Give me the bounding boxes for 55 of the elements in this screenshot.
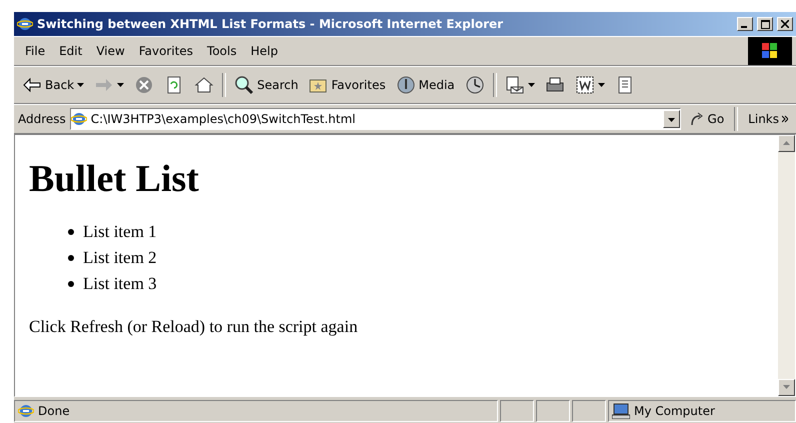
dropdown-button[interactable]	[662, 110, 680, 128]
flag-icon	[762, 43, 778, 59]
go-button[interactable]: Go	[684, 109, 728, 129]
app-icon	[17, 16, 33, 32]
minimize-button[interactable]	[737, 17, 753, 31]
list-item: List item 1	[83, 221, 157, 243]
zone-text: My Computer	[634, 404, 715, 418]
address-field[interactable]: C:\IW3HTP3\examples\ch09\SwitchTest.html	[70, 108, 681, 130]
scrollbar[interactable]	[778, 135, 795, 396]
back-arrow-icon	[22, 75, 42, 95]
list-item: List item 2	[83, 247, 157, 269]
menu-item[interactable]: File	[18, 42, 52, 60]
stop-icon	[134, 75, 154, 95]
close-icon	[781, 20, 789, 28]
search-icon	[234, 75, 254, 95]
menu-item[interactable]: View	[89, 42, 132, 60]
back-button[interactable]: Back	[18, 73, 88, 97]
go-arrow-icon	[688, 111, 705, 127]
mail-icon	[504, 75, 525, 95]
down-arrow-icon	[783, 385, 790, 389]
scroll-up-button[interactable]	[778, 135, 795, 152]
menu-item[interactable]: Help	[244, 42, 285, 60]
bullet-icon	[68, 255, 74, 261]
search-button[interactable]: Search	[230, 73, 302, 97]
home-icon	[194, 75, 214, 95]
up-arrow-icon	[783, 141, 790, 145]
caret-icon	[668, 118, 675, 122]
status-panel	[572, 400, 606, 422]
media-icon	[396, 75, 416, 95]
bullet-icon	[68, 229, 74, 235]
page-icon	[70, 111, 87, 127]
edit-icon	[574, 75, 595, 95]
window-title: Switching between XHTML List Formats - Microsoft Internet Explorer	[37, 17, 504, 31]
page-heading: Bullet List	[29, 157, 200, 201]
maximize-icon	[760, 20, 770, 28]
status-panel	[536, 400, 570, 422]
list-item: List item 3	[83, 273, 157, 295]
close-button[interactable]	[777, 17, 793, 31]
page-icon	[18, 403, 34, 419]
page-text: Click Refresh (or Reload) to run the script again	[29, 317, 359, 337]
status-panel	[500, 400, 534, 422]
scroll-down-button[interactable]	[778, 379, 795, 396]
address-label: Address	[18, 112, 66, 126]
clock-icon	[464, 75, 485, 95]
bullet-icon	[68, 281, 74, 287]
links-button[interactable]: Links	[744, 110, 792, 128]
favorites-button[interactable]: Favorites	[304, 73, 390, 97]
chevron-icon	[782, 115, 788, 123]
maximize-button[interactable]	[757, 17, 773, 31]
menu-item[interactable]: Tools	[200, 42, 244, 60]
menu-item[interactable]: Favorites	[132, 42, 200, 60]
computer-icon	[612, 403, 630, 419]
status-text: Done	[38, 404, 70, 418]
media-button[interactable]: Media	[392, 73, 459, 97]
menu-item[interactable]: Edit	[52, 42, 90, 60]
